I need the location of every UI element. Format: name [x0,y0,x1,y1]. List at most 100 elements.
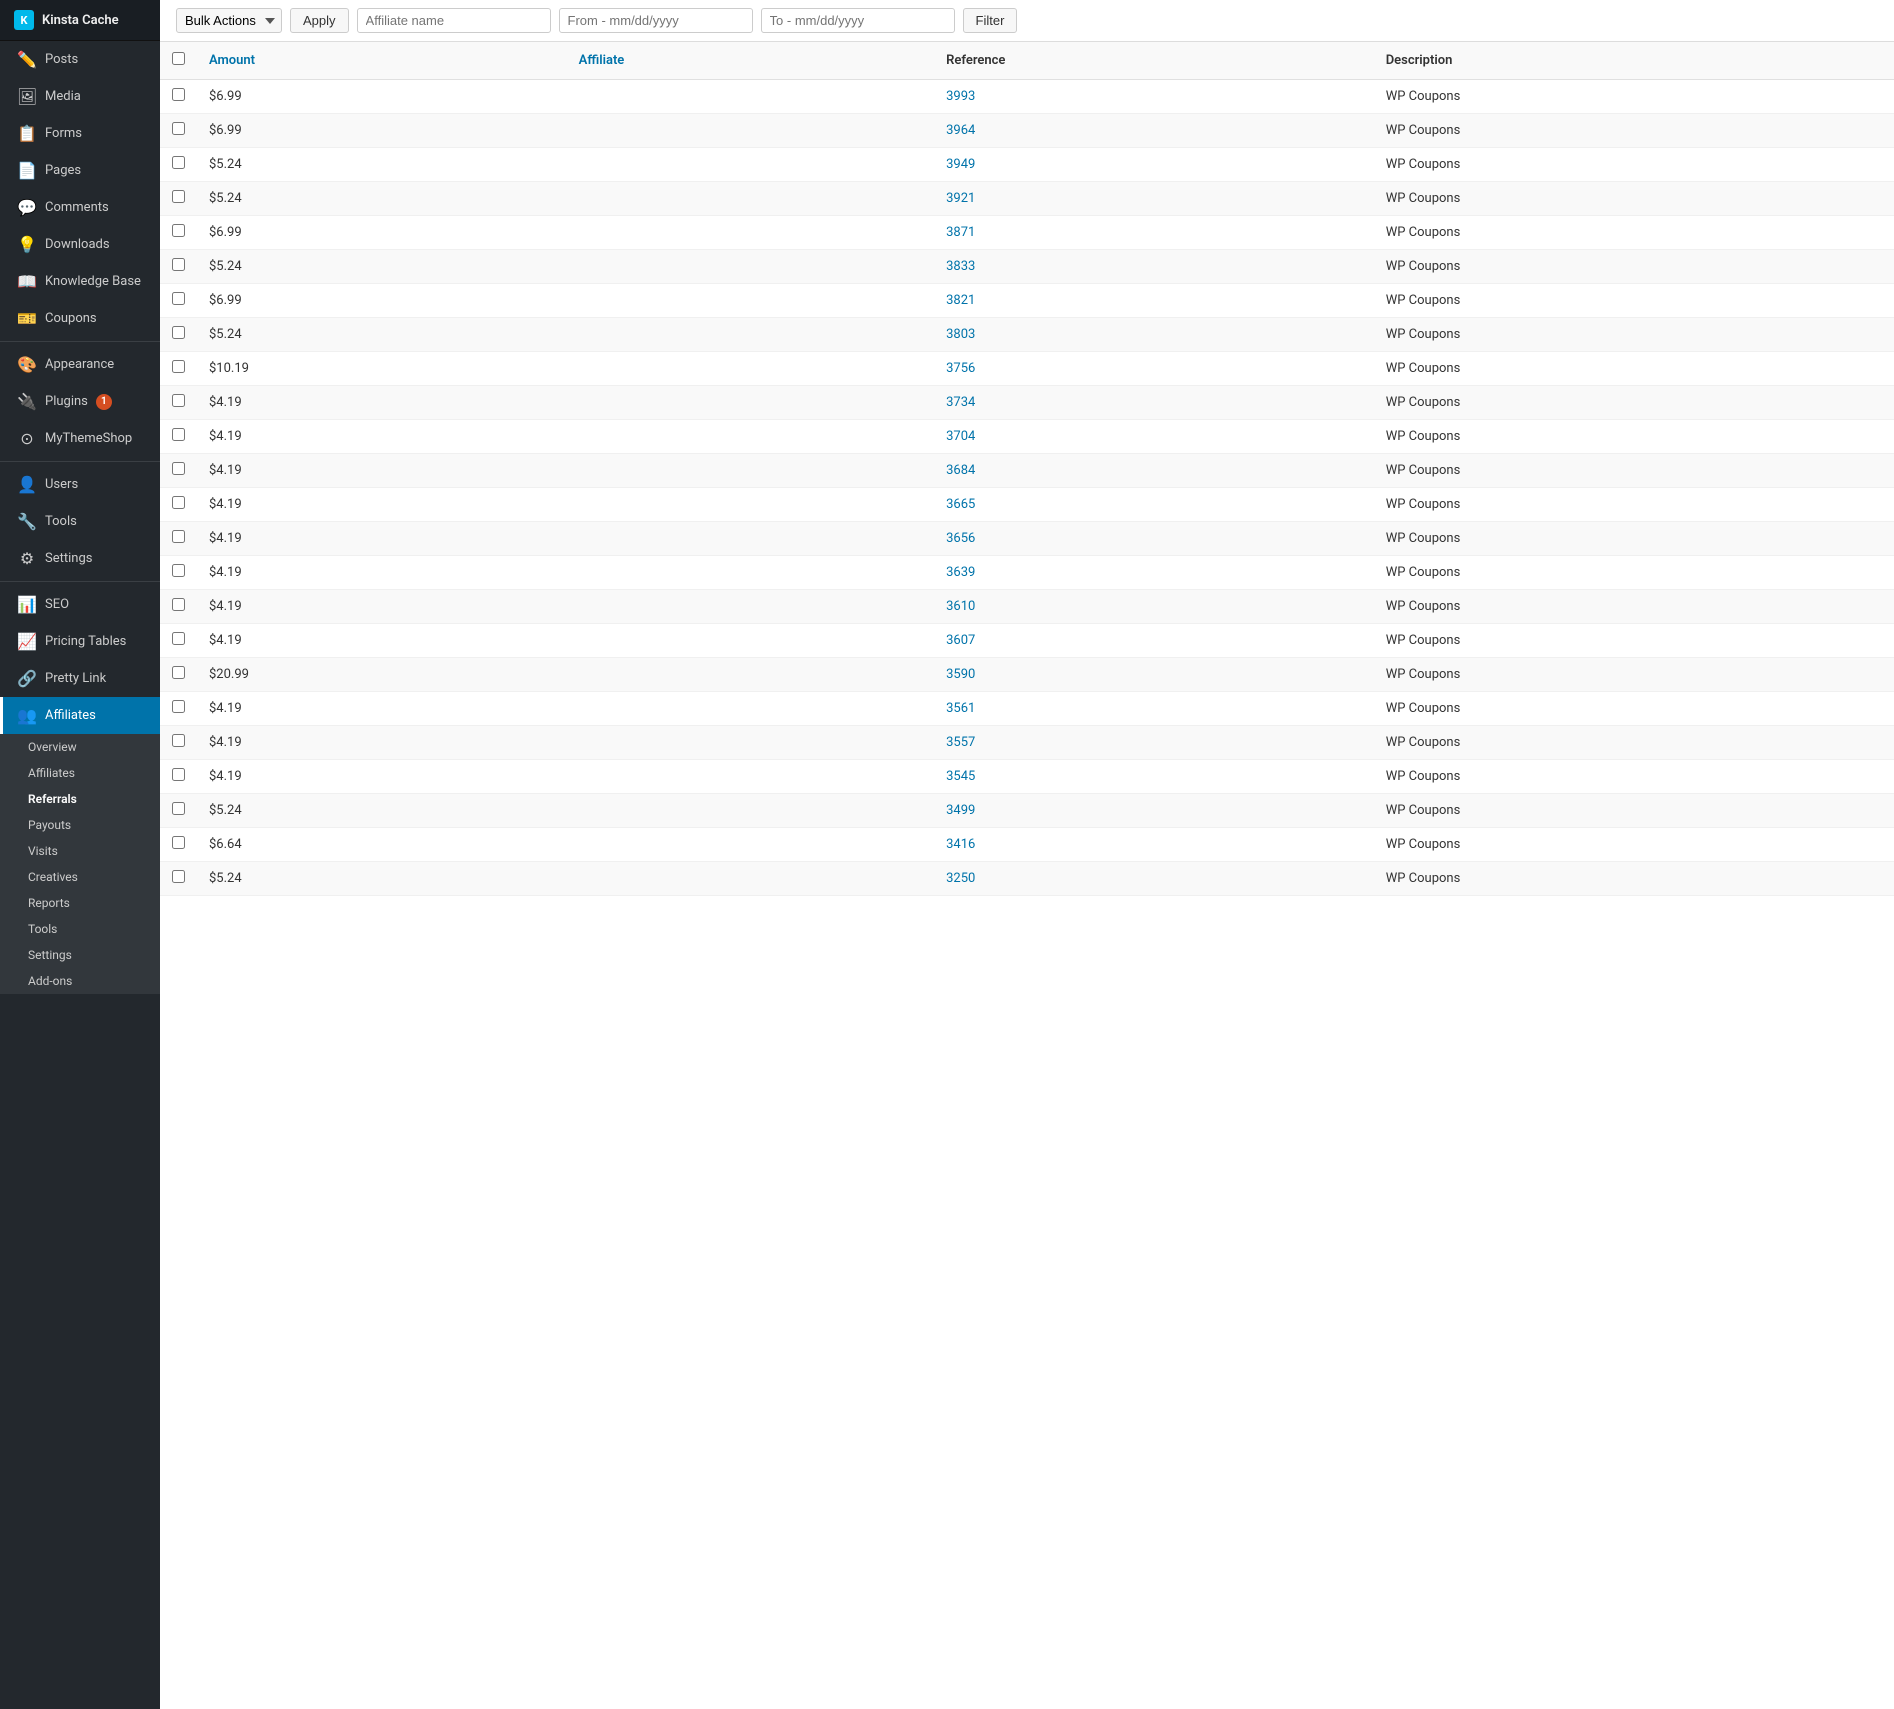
row-checkbox[interactable] [172,530,185,543]
reference-link[interactable]: 3756 [946,361,975,376]
reference-link[interactable]: 3610 [946,599,975,614]
submenu-referrals[interactable]: Referrals [0,786,160,812]
reference-link[interactable]: 3993 [946,89,975,104]
row-reference: 3756 [934,352,1374,386]
row-checkbox[interactable] [172,700,185,713]
sidebar-item-comments[interactable]: 💬 Comments [0,189,160,226]
comments-icon: 💬 [17,198,37,217]
row-checkbox[interactable] [172,190,185,203]
filter-button[interactable]: Filter [963,8,1018,33]
row-checkbox[interactable] [172,802,185,815]
knowledge-base-icon: 📖 [17,272,37,291]
sidebar-item-media[interactable]: 🖼 Media [0,78,160,115]
row-checkbox[interactable] [172,598,185,611]
col-header-description: Description [1374,42,1894,80]
reference-link[interactable]: 3871 [946,225,975,240]
submenu-tools[interactable]: Tools [0,916,160,942]
reference-link[interactable]: 3499 [946,803,975,818]
sidebar-item-downloads[interactable]: 💡 Downloads [0,226,160,263]
reference-link[interactable]: 3684 [946,463,975,478]
submenu-settings[interactable]: Settings [0,942,160,968]
reference-link[interactable]: 3557 [946,735,975,750]
select-all-checkbox[interactable] [172,52,185,65]
reference-link[interactable]: 3607 [946,633,975,648]
sidebar-item-users[interactable]: 👤 Users [0,466,160,503]
apply-button[interactable]: Apply [290,8,349,33]
sidebar-item-affiliates[interactable]: 👥 Affiliates [0,697,160,734]
row-checkbox[interactable] [172,292,185,305]
row-checkbox[interactable] [172,734,185,747]
reference-link[interactable]: 3821 [946,293,975,308]
row-checkbox[interactable] [172,428,185,441]
sidebar-item-settings[interactable]: ⚙ Settings [0,540,160,577]
row-checkbox[interactable] [172,632,185,645]
row-affiliate [567,522,934,556]
sidebar-item-posts[interactable]: ✏️ Posts [0,41,160,78]
submenu-creatives[interactable]: Creatives [0,864,160,890]
reference-link[interactable]: 3803 [946,327,975,342]
row-checkbox[interactable] [172,326,185,339]
row-checkbox[interactable] [172,360,185,373]
sidebar-item-coupons[interactable]: 🎫 Coupons [0,300,160,337]
reference-link[interactable]: 3416 [946,837,975,852]
reference-link[interactable]: 3921 [946,191,975,206]
row-checkbox[interactable] [172,224,185,237]
row-checkbox[interactable] [172,870,185,883]
reference-link[interactable]: 3665 [946,497,975,512]
submenu-reports[interactable]: Reports [0,890,160,916]
submenu-visits[interactable]: Visits [0,838,160,864]
to-date-input[interactable] [761,8,955,33]
row-checkbox[interactable] [172,122,185,135]
row-checkbox-cell [160,828,197,862]
table-row: $4.19 3704 WP Coupons [160,420,1894,454]
affiliate-name-input[interactable] [357,8,551,33]
reference-link[interactable]: 3656 [946,531,975,546]
reference-link[interactable]: 3833 [946,259,975,274]
sidebar-item-knowledge-base[interactable]: 📖 Knowledge Base [0,263,160,300]
bulk-actions-select[interactable]: Bulk Actions [176,8,282,33]
sidebar-item-appearance[interactable]: 🎨 Appearance [0,346,160,383]
reference-link[interactable]: 3250 [946,871,975,886]
sidebar-item-mythemeshop[interactable]: ⊙ MyThemeShop [0,420,160,457]
col-header-amount[interactable]: Amount [197,42,567,80]
table-row: $4.19 3610 WP Coupons [160,590,1894,624]
row-description: WP Coupons [1374,488,1894,522]
submenu-payouts[interactable]: Payouts [0,812,160,838]
row-checkbox[interactable] [172,462,185,475]
submenu-affiliates[interactable]: Affiliates [0,760,160,786]
from-date-input[interactable] [559,8,753,33]
row-affiliate [567,828,934,862]
submenu-add-ons[interactable]: Add-ons [0,968,160,994]
sidebar-item-pages[interactable]: 📄 Pages [0,152,160,189]
row-checkbox[interactable] [172,564,185,577]
reference-link[interactable]: 3949 [946,157,975,172]
row-checkbox[interactable] [172,666,185,679]
row-checkbox[interactable] [172,768,185,781]
reference-link[interactable]: 3590 [946,667,975,682]
reference-link[interactable]: 3704 [946,429,975,444]
reference-link[interactable]: 3545 [946,769,975,784]
row-checkbox-cell [160,692,197,726]
col-header-affiliate[interactable]: Affiliate [567,42,934,80]
sidebar-item-pretty-link[interactable]: 🔗 Pretty Link [0,660,160,697]
row-checkbox[interactable] [172,88,185,101]
reference-link[interactable]: 3639 [946,565,975,580]
row-checkbox[interactable] [172,258,185,271]
row-checkbox[interactable] [172,496,185,509]
sidebar-item-plugins[interactable]: 🔌 Plugins 1 [0,383,160,420]
submenu-overview[interactable]: Overview [0,734,160,760]
kinsta-logo-icon: K [14,10,34,30]
sidebar-item-pricing-tables[interactable]: 📈 Pricing Tables [0,623,160,660]
sidebar-item-seo[interactable]: 📊 SEO [0,586,160,623]
row-checkbox[interactable] [172,156,185,169]
row-checkbox-cell [160,454,197,488]
reference-link[interactable]: 3964 [946,123,975,138]
reference-link[interactable]: 3734 [946,395,975,410]
coupons-icon: 🎫 [17,309,37,328]
sidebar-item-forms[interactable]: 📋 Forms [0,115,160,152]
row-checkbox[interactable] [172,394,185,407]
row-reference: 3993 [934,80,1374,114]
sidebar-item-tools[interactable]: 🔧 Tools [0,503,160,540]
reference-link[interactable]: 3561 [946,701,975,716]
row-checkbox[interactable] [172,836,185,849]
